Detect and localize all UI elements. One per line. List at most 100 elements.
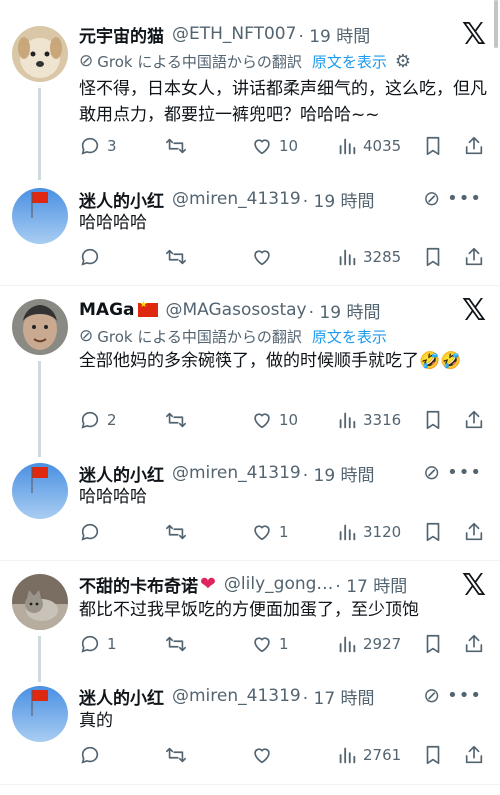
repost-button[interactable] [165,633,193,655]
thread-line [38,636,41,682]
timestamp[interactable]: · 17 時間 [335,572,407,597]
post-text: 哈哈哈哈 [79,213,147,233]
grok-translate-icon[interactable]: ⊘ [423,683,440,707]
views-button[interactable]: 2761 [337,744,401,766]
display-name[interactable]: 迷人的小红 [79,187,164,212]
reply-icon [79,521,101,543]
like-count: 10 [279,137,299,155]
timestamp[interactable]: · 19 時間 [298,22,370,47]
share-button[interactable] [463,409,485,431]
like-button[interactable]: 1 [251,521,289,543]
grok-icon: ⊘ [79,326,94,346]
reply-button[interactable] [79,744,107,766]
share-button[interactable] [463,246,485,268]
grok-translate-icon[interactable]: ⊘ [423,460,440,484]
reply-button[interactable]: 2 [79,409,117,431]
repost-button[interactable] [165,135,193,157]
display-name[interactable]: 不甜的卡布奇诺 [79,572,198,597]
handle[interactable]: @miren_41319 [172,463,301,483]
bookmark-button[interactable] [423,409,443,431]
avatar-man[interactable] [12,299,68,355]
display-name[interactable]: 元宇宙的猫 [79,22,164,47]
reply-count: 2 [107,411,117,429]
heart-icon [251,744,273,766]
reply-button[interactable] [79,521,107,543]
post-text: 怪不得，日本女人，讲话都柔声细气的，这么吃，但凡敢用点力，都要拉一裤兜吧？哈哈哈… [79,79,487,125]
views-button[interactable]: 3285 [337,246,401,268]
translation-row: ⊘ Grok による中国語からの翻訳 原文を表示 [79,325,387,347]
avatar-flag[interactable] [12,463,68,519]
heart-icon [251,246,273,268]
reply-icon [79,633,101,655]
handle[interactable]: @ETH_NFT007 [172,24,296,44]
like-count: 1 [279,523,289,541]
bookmark-button[interactable] [423,246,443,268]
timestamp[interactable]: · 19 時間 [309,298,381,323]
like-button[interactable] [251,246,279,268]
views-count: 3120 [363,523,402,541]
handle[interactable]: @lily_gong… [224,574,334,594]
thread-line [38,88,41,180]
views-button[interactable]: 4035 [337,135,401,157]
display-name[interactable]: 迷人的小红 [79,461,164,486]
reply-icon [79,409,101,431]
share-button[interactable] [463,633,485,655]
repost-button[interactable] [165,521,193,543]
action-bar: 1 1 2927 [79,632,488,656]
like-button[interactable] [251,744,279,766]
repost-button[interactable] [165,744,193,766]
show-original-link[interactable]: 原文を表示 [312,326,387,347]
bookmark-button[interactable] [423,744,443,766]
show-original-link[interactable]: 原文を表示 [312,51,387,72]
repost-button[interactable] [165,246,193,268]
timestamp[interactable]: · 17 時間 [303,684,375,709]
action-bar: 2 10 3316 [79,408,488,432]
reply-icon [79,246,101,268]
repost-button[interactable] [165,409,193,431]
like-button[interactable]: 10 [251,135,298,157]
share-button[interactable] [463,135,485,157]
x-logo-icon[interactable]: 𝕏 [462,20,486,50]
action-bar: 2761 [79,743,488,767]
timestamp[interactable]: · 19 時間 [303,187,375,212]
divider [0,784,500,785]
reply-button[interactable]: 1 [79,633,117,655]
repost-icon [165,246,187,268]
like-button[interactable]: 10 [251,409,298,431]
avatar-dog[interactable] [12,26,68,82]
bookmark-icon [423,633,443,655]
more-options-icon[interactable]: ••• [447,462,482,483]
views-icon [337,246,357,268]
views-button[interactable]: 3120 [337,521,401,543]
handle[interactable]: @miren_41319 [172,189,301,209]
share-button[interactable] [463,744,485,766]
views-button[interactable]: 2927 [337,633,401,655]
views-button[interactable]: 3316 [337,409,401,431]
views-count: 4035 [363,137,402,155]
grok-translate-icon[interactable]: ⊘ [423,186,440,210]
display-name[interactable]: 迷人的小红 [79,684,164,709]
bookmark-button[interactable] [423,135,443,157]
timestamp[interactable]: · 19 時間 [303,461,375,486]
x-logo-icon[interactable]: 𝕏 [462,296,486,326]
more-options-icon[interactable]: ••• [447,188,482,209]
avatar-flag[interactable] [12,686,68,742]
bookmark-button[interactable] [423,633,443,655]
gear-icon[interactable]: ⚙ [395,51,411,72]
avatar-flag[interactable] [12,188,68,244]
repost-icon [165,521,187,543]
reply-button[interactable] [79,246,107,268]
post-text: 都比不过我早饭吃的方便面加蛋了，至少顶饱 [79,600,419,620]
divider [0,560,500,561]
bookmark-button[interactable] [423,521,443,543]
post-text: 真的 [79,711,113,731]
share-button[interactable] [463,521,485,543]
display-name[interactable]: MAGa [79,300,135,320]
like-button[interactable]: 1 [251,633,289,655]
avatar-cat[interactable] [12,574,68,630]
handle[interactable]: @MAGasosostay [166,300,307,320]
share-icon [463,246,485,268]
reply-button[interactable]: 3 [79,135,117,157]
more-options-icon[interactable]: ••• [447,685,482,706]
handle[interactable]: @miren_41319 [172,686,301,706]
